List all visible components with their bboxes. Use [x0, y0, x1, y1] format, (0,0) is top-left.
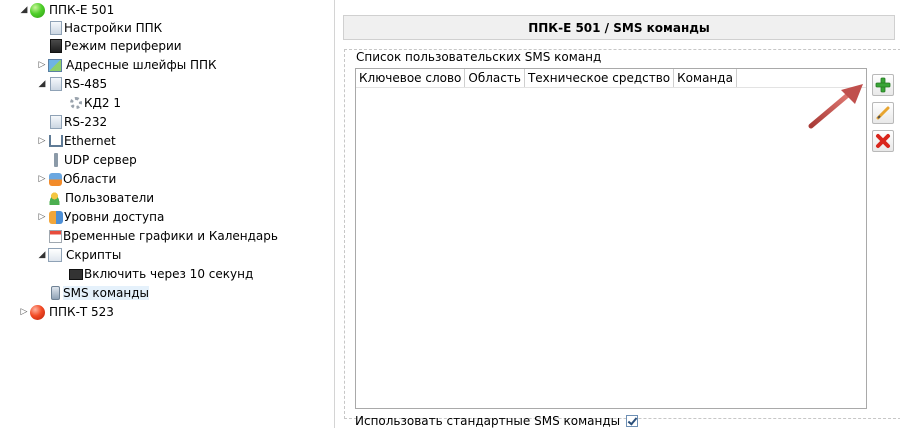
- expand-arrow-icon[interactable]: ▷: [36, 212, 48, 222]
- rs485-icon: [50, 77, 62, 91]
- pencil-icon: [876, 106, 890, 120]
- tree-node-ethernet[interactable]: ▷ Ethernet: [36, 132, 116, 150]
- settings-doc-icon: [50, 21, 62, 35]
- tree-node-address-loops[interactable]: ▷ Адресные шлейфы ППК: [36, 56, 217, 74]
- edit-command-button[interactable]: [872, 102, 894, 124]
- network-icon: [49, 135, 63, 147]
- tree-node-scripts[interactable]: ◢ Скрипты: [36, 246, 121, 264]
- delete-command-button[interactable]: [872, 130, 894, 152]
- standard-sms-row: Использовать стандартные SMS команды: [355, 414, 639, 428]
- udp-server-icon: [54, 153, 58, 167]
- dark-doc-icon: [50, 39, 62, 53]
- tree-node-sms-commands[interactable]: SMS команды: [48, 284, 150, 302]
- panel-title: ППК-Е 501 / SMS команды: [343, 15, 895, 40]
- calendar-icon: [49, 229, 62, 243]
- expand-arrow-icon[interactable]: ▷: [18, 307, 30, 317]
- tree-node-rs485[interactable]: ◢ RS-485: [36, 75, 107, 93]
- address-loops-icon: [48, 58, 62, 72]
- list-header: Ключевое слово Область Техническое средс…: [356, 69, 866, 88]
- script-item-icon: [69, 268, 83, 280]
- collapse-arrow-icon[interactable]: ◢: [36, 79, 48, 89]
- add-command-button[interactable]: [872, 74, 894, 96]
- expand-arrow-icon[interactable]: ▷: [36, 174, 48, 184]
- column-header-device[interactable]: Техническое средство: [525, 69, 675, 87]
- tree-node-users[interactable]: Пользователи: [48, 189, 154, 207]
- tree-node-ppk-e501[interactable]: ◢ ППК-Е 501: [18, 1, 114, 19]
- column-header-keyword[interactable]: Ключевое слово: [356, 69, 466, 87]
- expand-arrow-icon[interactable]: ▷: [36, 136, 48, 146]
- annotation-arrow-icon: [808, 84, 863, 129]
- tree-node-udp-server[interactable]: UDP сервер: [48, 151, 137, 169]
- gear-icon: [70, 97, 82, 109]
- tree-node-ppk-t523[interactable]: ▷ ППК-Т 523: [18, 303, 114, 321]
- tree-node-schedules[interactable]: Временные графики и Календарь: [48, 227, 278, 245]
- collapse-arrow-icon[interactable]: ◢: [18, 5, 30, 15]
- column-header-area[interactable]: Область: [465, 69, 525, 87]
- group-label: Список пользовательских SMS команд: [354, 50, 604, 64]
- tree-node-kd2-1[interactable]: КД2 1: [68, 94, 121, 112]
- phone-icon: [51, 286, 60, 300]
- scripts-icon: [48, 248, 62, 262]
- collapse-arrow-icon[interactable]: ◢: [36, 250, 48, 260]
- standard-sms-checkbox[interactable]: [626, 415, 639, 427]
- rs232-icon: [50, 115, 62, 129]
- tree-node-rs232[interactable]: RS-232: [48, 113, 107, 131]
- tree-node-access-levels[interactable]: ▷ Уровни доступа: [36, 208, 165, 226]
- sms-commands-list[interactable]: Ключевое слово Область Техническое средс…: [355, 68, 867, 409]
- red-status-ball-icon: [30, 304, 45, 320]
- device-tree: ◢ ППК-Е 501 Настройки ППК Режим перифери…: [0, 0, 335, 428]
- plus-icon: [875, 77, 891, 93]
- access-keys-icon: [49, 210, 63, 224]
- delete-x-icon: [876, 134, 890, 148]
- users-icon: [48, 191, 61, 205]
- expand-arrow-icon[interactable]: ▷: [36, 60, 48, 70]
- tree-node-ppk-settings[interactable]: Настройки ППК: [48, 19, 162, 37]
- tree-node-script-item[interactable]: Включить через 10 секунд: [68, 265, 253, 283]
- tree-node-areas[interactable]: ▷ Области: [36, 170, 117, 188]
- column-header-command[interactable]: Команда: [674, 69, 737, 87]
- green-status-ball-icon: [30, 2, 45, 18]
- areas-icon: [49, 172, 62, 186]
- tree-node-peripheral-mode[interactable]: Режим периферии: [48, 37, 182, 55]
- standard-sms-label: Использовать стандартные SMS команды: [355, 414, 621, 428]
